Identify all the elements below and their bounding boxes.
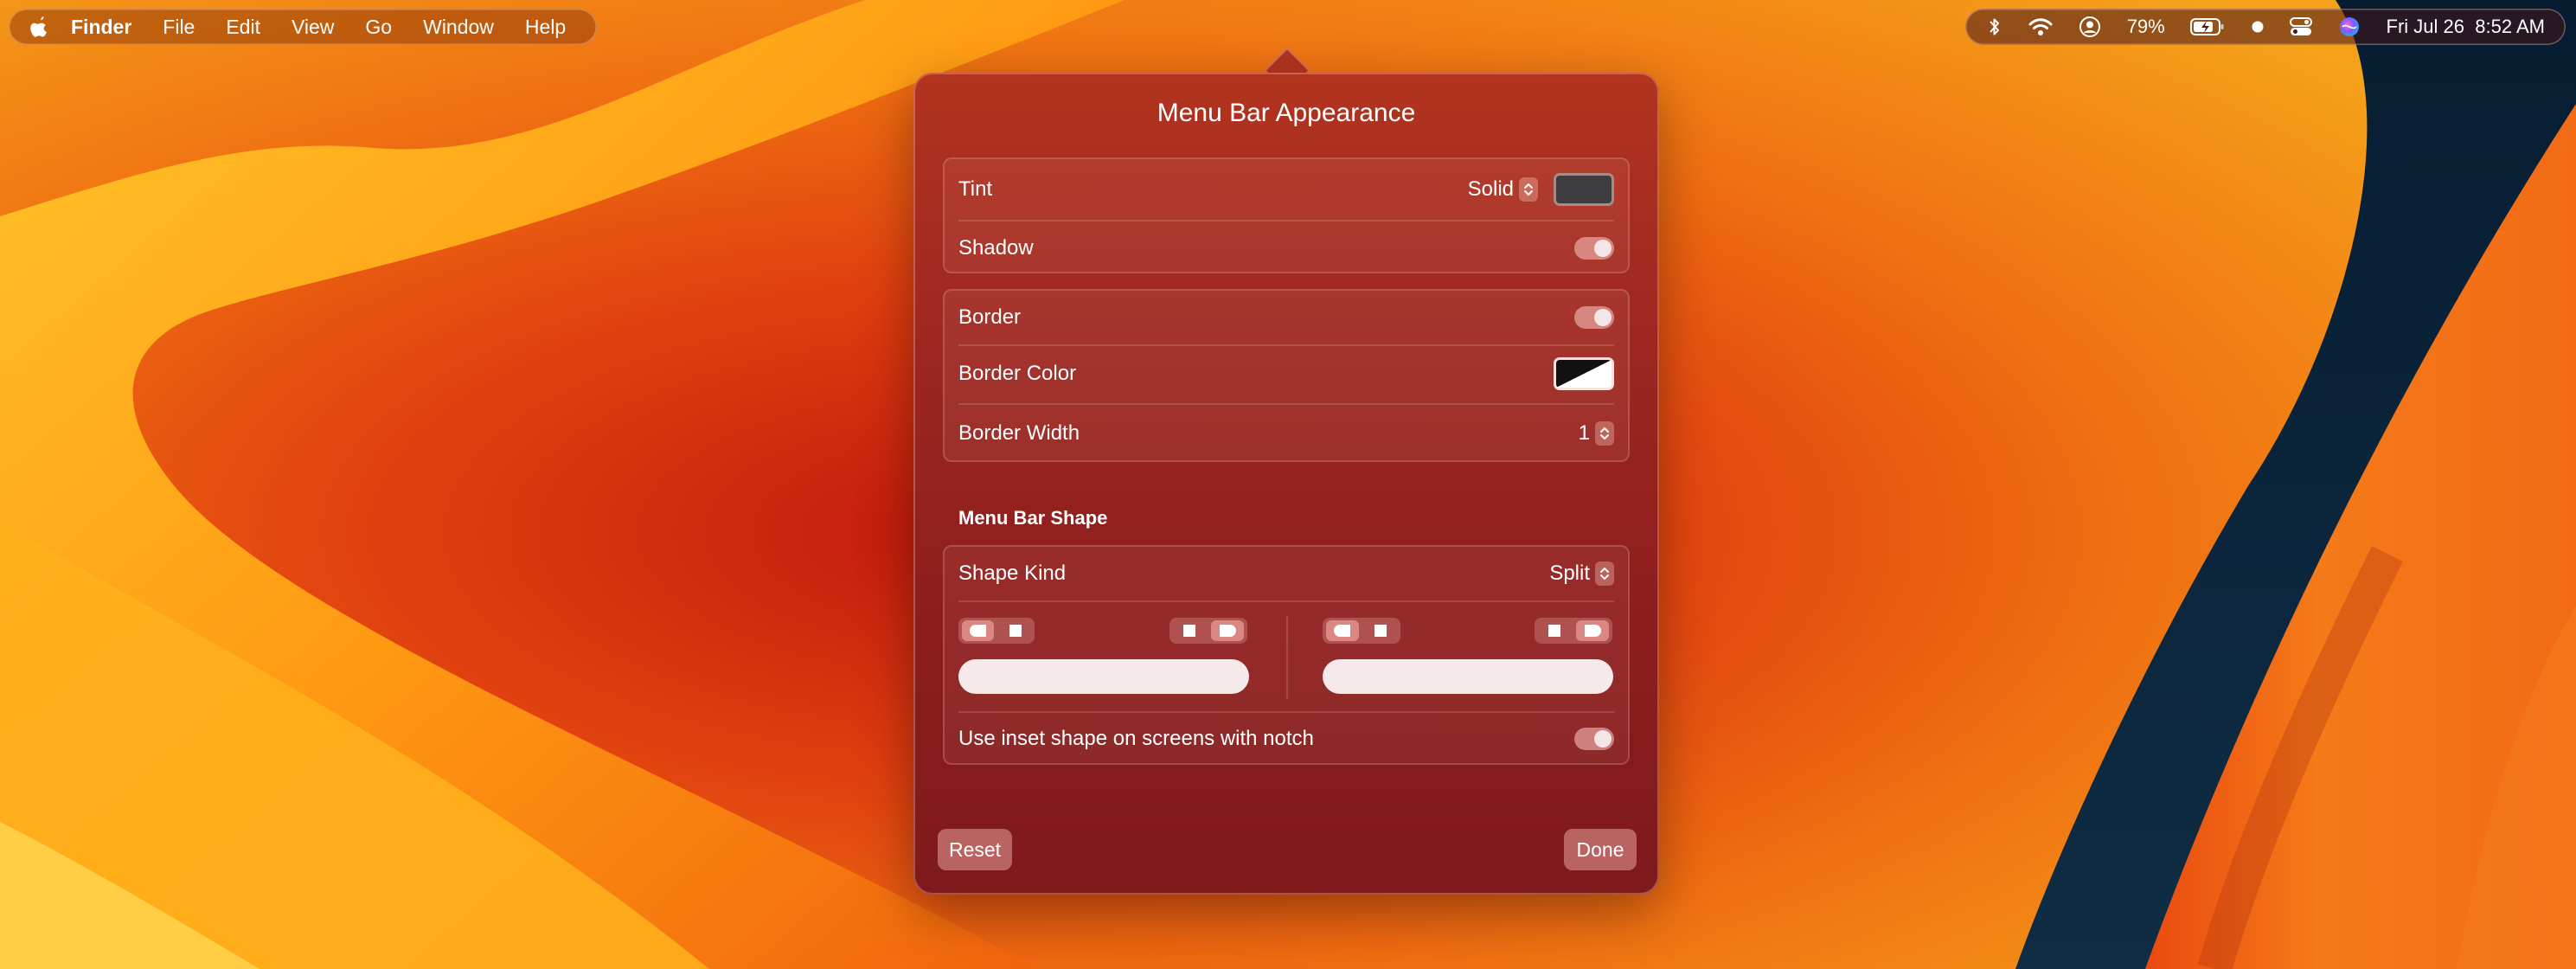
menu-bar-right: 79% Fri Jul 26 8:52 AM [1965, 9, 2566, 45]
battery-percent: 79% [2126, 16, 2165, 37]
divider [1286, 616, 1288, 699]
tint-row: Tint Solid [945, 159, 1628, 220]
wifi-icon[interactable] [2028, 16, 2054, 37]
border-color-row: Border Color [945, 346, 1628, 401]
menu-help[interactable]: Help [509, 16, 581, 39]
border-label: Border [958, 305, 1022, 329]
border-width-stepper[interactable]: 1 [1579, 421, 1614, 446]
square-end-icon[interactable] [1538, 620, 1571, 641]
menu-bar-clock[interactable]: Fri Jul 26 8:52 AM [2387, 16, 2545, 38]
border-toggle[interactable] [1574, 306, 1614, 329]
notch-inset-toggle[interactable] [1574, 728, 1614, 750]
left-shape-trailing-segment[interactable] [1169, 618, 1247, 644]
tint-shadow-group: Tint Solid Shadow [943, 157, 1630, 273]
border-width-value: 1 [1578, 421, 1590, 445]
recording-dot-icon[interactable] [2251, 20, 2265, 34]
bluetooth-icon[interactable] [1988, 16, 2002, 38]
notch-row: Use inset shape on screens with notch [945, 713, 1628, 765]
rounded-end-icon[interactable] [1576, 620, 1609, 641]
square-end-icon[interactable] [1364, 620, 1397, 641]
tint-color-well[interactable] [1554, 173, 1614, 206]
shadow-row: Shadow [945, 221, 1628, 275]
rounded-end-icon[interactable] [1326, 620, 1359, 641]
done-button[interactable]: Done [1564, 829, 1637, 870]
right-shape-leading-segment[interactable] [1323, 618, 1400, 644]
tint-mode-popup[interactable]: Solid [1468, 177, 1538, 202]
border-row: Border [945, 291, 1628, 344]
shape-kind-row: Shape Kind Split [945, 547, 1628, 600]
shadow-toggle[interactable] [1574, 237, 1614, 260]
chevron-up-down-icon [1595, 421, 1614, 446]
shadow-label: Shadow [958, 236, 1034, 260]
rounded-end-icon[interactable] [962, 620, 994, 641]
notch-label: Use inset shape on screens with notch [958, 727, 1314, 750]
menu-bar-appearance-popover: Menu Bar Appearance Tint Solid Shadow Bo… [913, 73, 1659, 895]
chevron-up-down-icon [1519, 177, 1538, 202]
right-shape-preview [1323, 659, 1613, 694]
left-shape-preview [958, 659, 1249, 694]
rounded-end-icon[interactable] [1211, 620, 1244, 641]
chevron-up-down-icon [1595, 562, 1614, 586]
menu-file[interactable]: File [147, 16, 210, 39]
menu-app-name[interactable]: Finder [50, 16, 147, 39]
shape-group: Shape Kind Split Use inset shape on scre… [943, 545, 1630, 765]
shape-kind-value: Split [1549, 562, 1590, 585]
tint-mode-value: Solid [1467, 177, 1514, 201]
right-shape-trailing-segment[interactable] [1535, 618, 1612, 644]
menu-bar-shape-heading: Menu Bar Shape [958, 507, 1108, 529]
menu-go[interactable]: Go [349, 16, 407, 39]
battery-charging-icon[interactable] [2190, 17, 2225, 36]
shape-kind-popup[interactable]: Split [1549, 562, 1614, 586]
menu-view[interactable]: View [276, 16, 349, 39]
popover-title: Menu Bar Appearance [1157, 99, 1416, 127]
user-account-icon[interactable] [2079, 16, 2101, 38]
menu-bar-left: Finder File Edit View Go Window Help [9, 9, 597, 45]
siri-icon[interactable] [2338, 16, 2361, 38]
reset-button[interactable]: Reset [938, 829, 1012, 870]
left-shape-leading-segment[interactable] [958, 618, 1035, 644]
tint-label: Tint [958, 177, 993, 201]
control-center-icon[interactable] [2290, 16, 2313, 37]
border-color-label: Border Color [958, 362, 1077, 385]
menu-edit[interactable]: Edit [210, 16, 276, 39]
shape-kind-label: Shape Kind [958, 562, 1067, 585]
border-color-well[interactable] [1554, 357, 1614, 390]
apple-menu-icon[interactable] [29, 15, 50, 39]
square-end-icon[interactable] [999, 620, 1031, 641]
border-width-row: Border Width 1 [945, 405, 1628, 462]
border-group: Border Border Color Border Width 1 [943, 289, 1630, 462]
divider [958, 600, 1614, 602]
border-width-label: Border Width [958, 421, 1080, 445]
square-end-icon[interactable] [1173, 620, 1206, 641]
menu-window[interactable]: Window [407, 16, 509, 39]
